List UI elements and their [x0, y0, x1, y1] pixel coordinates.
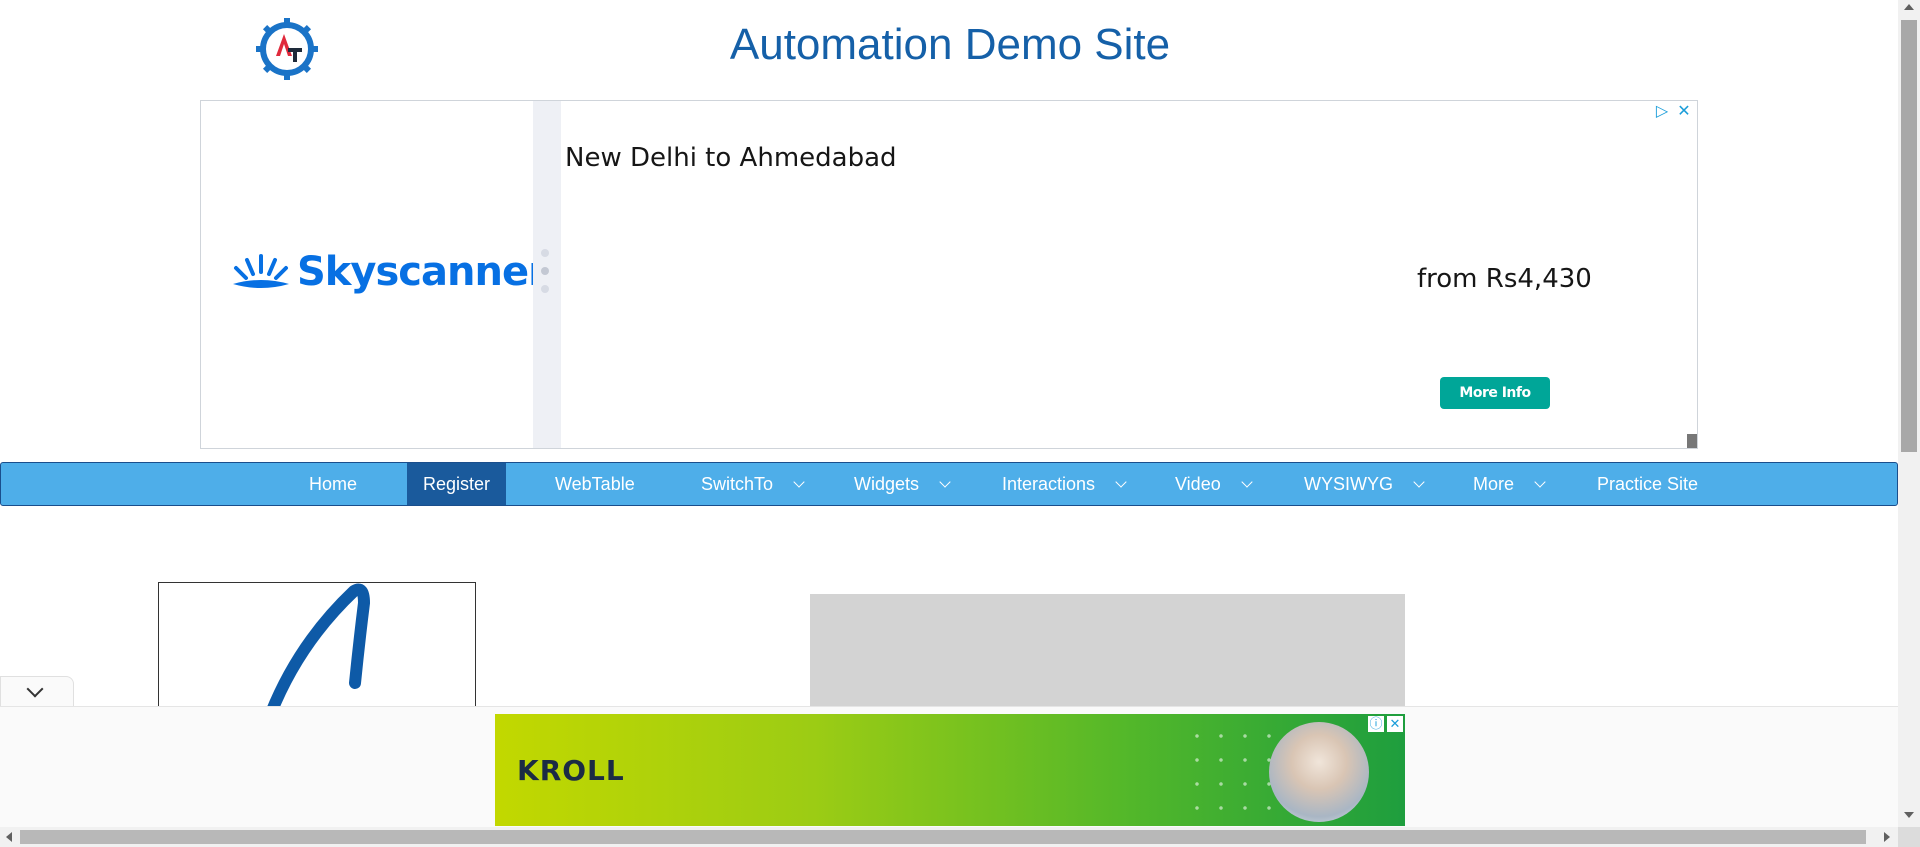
ad-choices[interactable]: ▷ ✕	[1653, 103, 1693, 121]
nav-wysiwyg[interactable]: WYSIWYG	[1288, 463, 1439, 505]
nav-widgets[interactable]: Widgets	[838, 463, 965, 505]
scrollbar-thumb[interactable]	[1901, 20, 1917, 452]
skyscanner-ad[interactable]: Skyscanner New Delhi to Ahmedabad from R…	[200, 100, 1698, 449]
kroll-logo: KROLL	[517, 754, 625, 787]
scrollbar-corner	[1898, 827, 1920, 847]
signature-image	[158, 582, 476, 724]
chevron-down-icon	[1115, 476, 1127, 488]
close-icon[interactable]: ✕	[1387, 716, 1403, 732]
nav-label: More	[1473, 474, 1515, 494]
site-logo	[254, 16, 320, 82]
chevron-down-icon	[26, 680, 44, 698]
nav-switchto[interactable]: SwitchTo	[685, 463, 819, 505]
nav-label: WebTable	[555, 474, 635, 494]
nav-label: Video	[1175, 474, 1221, 494]
nav-interactions[interactable]: Interactions	[986, 463, 1141, 505]
carousel-dot[interactable]	[541, 285, 549, 293]
chevron-down-icon	[939, 476, 951, 488]
nav-more[interactable]: More	[1457, 463, 1560, 505]
nav-label: Widgets	[854, 474, 920, 494]
collapse-ad-toggle[interactable]	[0, 676, 74, 707]
kroll-ad[interactable]: KROLL ⓘ ✕	[495, 714, 1405, 826]
close-icon[interactable]: ✕	[1675, 103, 1693, 121]
nav-label: Home	[309, 474, 358, 494]
horizontal-scrollbar[interactable]	[0, 827, 1898, 847]
skyscanner-logo: Skyscanner	[231, 249, 548, 295]
carousel-dot[interactable]	[541, 267, 549, 275]
scroll-left-icon[interactable]	[6, 832, 12, 842]
chevron-down-icon	[793, 476, 805, 488]
vertical-scrollbar[interactable]	[1898, 0, 1920, 847]
skyscanner-wordmark: Skyscanner	[297, 249, 548, 295]
adchoices-icon[interactable]: ▷	[1653, 103, 1671, 121]
nav-webtable[interactable]: WebTable	[539, 463, 651, 505]
media-placeholder	[810, 594, 1405, 714]
info-icon[interactable]: ⓘ	[1368, 716, 1384, 732]
chevron-down-icon	[1413, 476, 1425, 488]
sunrise-icon	[233, 254, 289, 288]
page-title: Automation Demo Site	[729, 20, 1171, 69]
nav-video[interactable]: Video	[1159, 463, 1267, 505]
nav-register[interactable]: Register	[407, 463, 507, 505]
main-navbar: Home Register WebTable SwitchTo Widgets …	[0, 462, 1898, 506]
nav-label: Register	[423, 474, 491, 494]
chevron-down-icon	[1534, 476, 1546, 488]
nav-label: WYSIWYG	[1304, 474, 1393, 494]
ad-price-text: from Rs4,430	[1417, 264, 1592, 294]
scroll-down-icon[interactable]	[1904, 812, 1914, 818]
nav-label: Practice Site	[1597, 474, 1699, 494]
carousel-dots[interactable]	[541, 249, 549, 303]
scrollbar-thumb[interactable]	[20, 830, 1866, 844]
chevron-down-icon	[1241, 476, 1253, 488]
scroll-right-icon[interactable]	[1884, 832, 1890, 842]
nav-home[interactable]: Home	[293, 463, 373, 505]
ad-choices[interactable]: ⓘ ✕	[1368, 716, 1403, 732]
person-photo	[1269, 722, 1369, 822]
ad-route-text: New Delhi to Ahmedabad	[565, 143, 897, 173]
ad-brand-panel: Skyscanner	[201, 101, 548, 448]
nav-label: SwitchTo	[701, 474, 774, 494]
scroll-up-icon[interactable]	[1904, 4, 1914, 10]
nav-label: Interactions	[1002, 474, 1096, 494]
nav-practice-site[interactable]: Practice Site	[1581, 463, 1714, 505]
carousel-dot[interactable]	[541, 249, 549, 257]
ad-corner-marker	[1687, 434, 1697, 448]
more-info-button[interactable]: More Info	[1440, 377, 1550, 409]
